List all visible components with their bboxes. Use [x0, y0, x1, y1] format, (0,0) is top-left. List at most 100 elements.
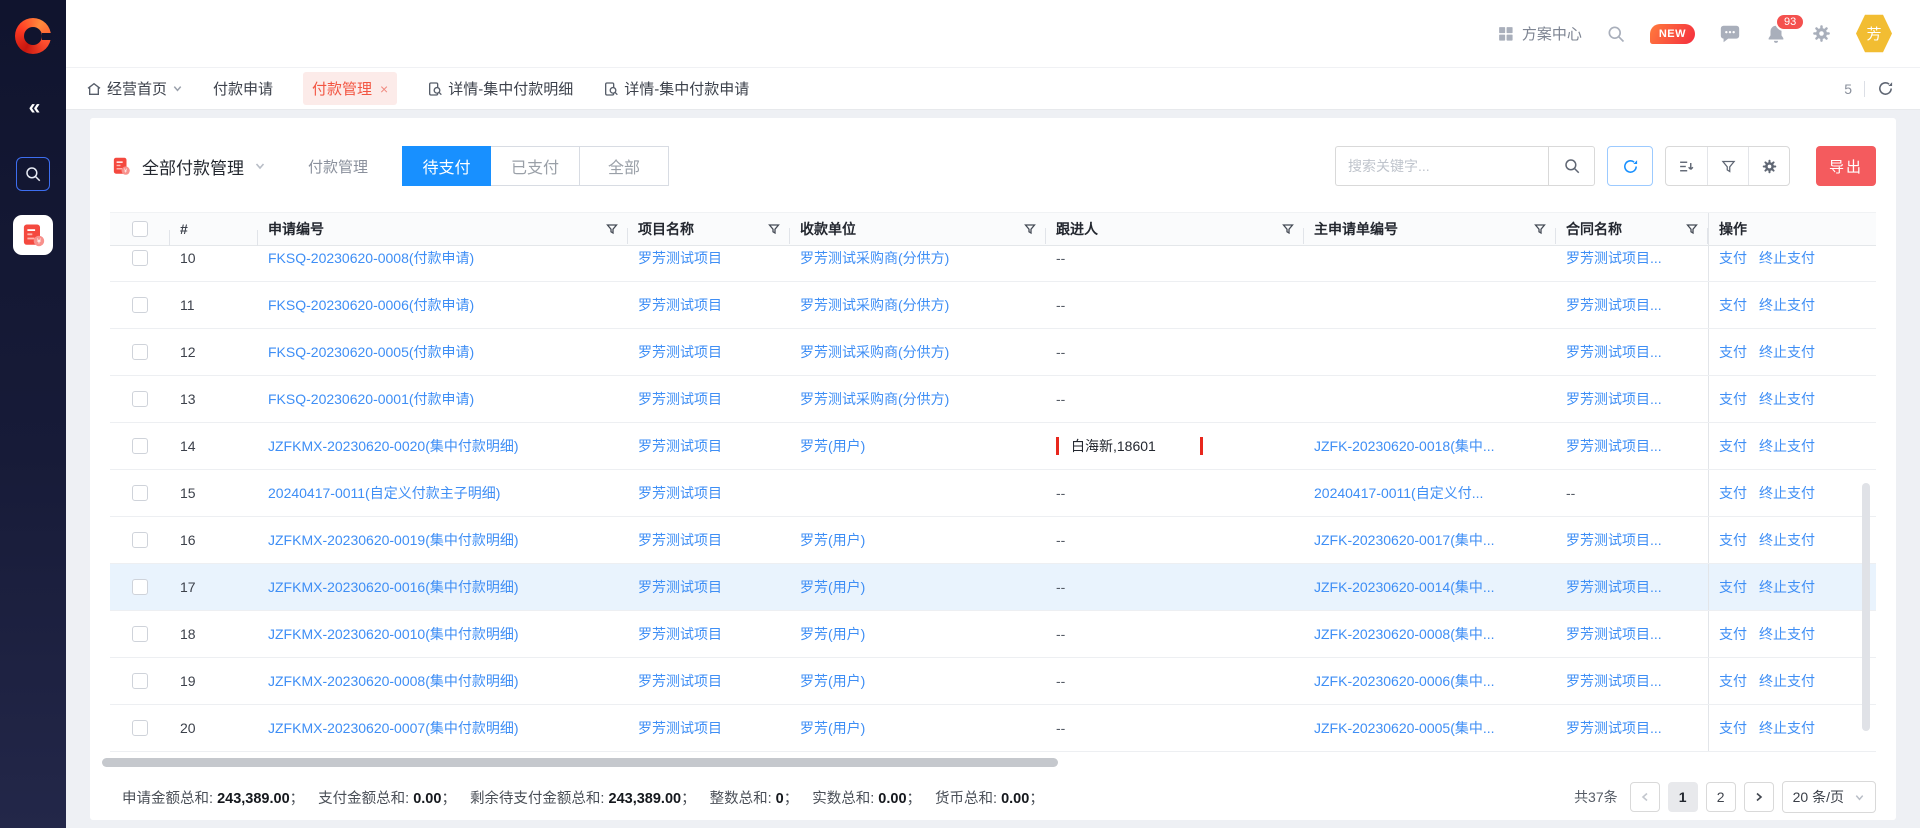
project-name-link[interactable]: 罗芳测试项目 [628, 624, 790, 644]
contract-name-link[interactable]: 罗芳测试项目... [1556, 530, 1708, 550]
apply-no-link[interactable]: JZFKMX-20230620-0010(集中付款明细) [258, 624, 628, 644]
apply-no-link[interactable]: FKSQ-20230620-0006(付款申请) [258, 295, 628, 315]
filter-icon[interactable] [1282, 223, 1294, 235]
row-checkbox[interactable] [132, 438, 148, 454]
new-badge[interactable]: NEW [1650, 24, 1695, 44]
action-stop-pay-link[interactable]: 终止支付 [1759, 577, 1815, 597]
search-button[interactable] [1548, 146, 1595, 186]
contract-name-link[interactable]: 罗芳测试项目... [1556, 671, 1708, 691]
action-stop-pay-link[interactable]: 终止支付 [1759, 436, 1815, 456]
apply-no-link[interactable]: JZFKMX-20230620-0019(集中付款明细) [258, 530, 628, 550]
row-checkbox[interactable] [132, 720, 148, 736]
payee-link[interactable]: 罗芳测试采购商(分供方) [790, 295, 1046, 315]
segment-1[interactable]: 待支付 [402, 146, 491, 186]
project-name-link[interactable]: 罗芳测试项目 [628, 248, 790, 268]
project-name-link[interactable]: 罗芳测试项目 [628, 389, 790, 409]
payee-link[interactable]: 罗芳(用户) [790, 530, 1046, 550]
apply-no-link[interactable]: JZFKMX-20230620-0016(集中付款明细) [258, 577, 628, 597]
payee-link[interactable]: 罗芳(用户) [790, 718, 1046, 738]
action-stop-pay-link[interactable]: 终止支付 [1759, 248, 1815, 268]
avatar[interactable]: 芳 [1856, 14, 1892, 54]
apply-no-link[interactable]: FKSQ-20230620-0001(付款申请) [258, 389, 628, 409]
notifications-button[interactable]: 93 [1765, 23, 1787, 45]
project-name-link[interactable]: 罗芳测试项目 [628, 577, 790, 597]
search-icon[interactable] [1606, 24, 1626, 44]
refresh-button[interactable] [1607, 146, 1653, 186]
master-apply-no-link[interactable]: JZFK-20230620-0014(集中... [1304, 577, 1556, 597]
filter-icon[interactable] [1686, 223, 1698, 235]
row-checkbox[interactable] [132, 579, 148, 595]
action-pay-link[interactable]: 支付 [1719, 248, 1747, 268]
row-checkbox[interactable] [132, 485, 148, 501]
action-pay-link[interactable]: 支付 [1719, 389, 1747, 409]
next-page-button[interactable] [1744, 782, 1774, 812]
payee-link[interactable]: 罗芳测试采购商(分供方) [790, 248, 1046, 268]
sidebar-item-search[interactable] [16, 157, 50, 191]
action-pay-link[interactable]: 支付 [1719, 671, 1747, 691]
export-button[interactable]: 导出 [1816, 146, 1876, 186]
master-apply-no-link[interactable]: JZFK-20230620-0006(集中... [1304, 671, 1556, 691]
row-checkbox[interactable] [132, 673, 148, 689]
apply-no-link[interactable]: FKSQ-20230620-0008(付款申请) [258, 248, 628, 268]
apply-no-link[interactable]: JZFKMX-20230620-0007(集中付款明细) [258, 718, 628, 738]
project-name-link[interactable]: 罗芳测试项目 [628, 483, 790, 503]
search-input[interactable] [1335, 146, 1548, 186]
row-checkbox[interactable] [132, 391, 148, 407]
action-pay-link[interactable]: 支付 [1719, 577, 1747, 597]
action-pay-link[interactable]: 支付 [1719, 295, 1747, 315]
payee-link[interactable]: 罗芳(用户) [790, 577, 1046, 597]
horizontal-scrollbar[interactable] [102, 758, 1058, 767]
master-apply-no-link[interactable]: JZFK-20230620-0017(集中... [1304, 530, 1556, 550]
action-stop-pay-link[interactable]: 终止支付 [1759, 530, 1815, 550]
apply-no-link[interactable]: JZFKMX-20230620-0008(集中付款明细) [258, 671, 628, 691]
page-button-1[interactable]: 1 [1668, 782, 1698, 812]
contract-name-link[interactable]: 罗芳测试项目... [1556, 718, 1708, 738]
action-pay-link[interactable]: 支付 [1719, 624, 1747, 644]
filter-icon[interactable] [1024, 223, 1036, 235]
contract-name-link[interactable]: 罗芳测试项目... [1556, 624, 1708, 644]
payee-link[interactable]: 罗芳(用户) [790, 671, 1046, 691]
action-stop-pay-link[interactable]: 终止支付 [1759, 389, 1815, 409]
tab-1[interactable]: 经营首页 [86, 78, 183, 99]
action-pay-link[interactable]: 支付 [1719, 718, 1747, 738]
action-stop-pay-link[interactable]: 终止支付 [1759, 483, 1815, 503]
segment-2[interactable]: 已支付 [491, 146, 580, 186]
view-selector[interactable]: ¥ 全部付款管理 [110, 154, 266, 179]
master-apply-no-link[interactable]: JZFK-20230620-0005(集中... [1304, 718, 1556, 738]
action-pay-link[interactable]: 支付 [1719, 483, 1747, 503]
contract-name-link[interactable]: 罗芳测试项目... [1556, 577, 1708, 597]
contract-name-link[interactable]: 罗芳测试项目... [1556, 389, 1708, 409]
filter-icon[interactable] [606, 223, 618, 235]
payee-link[interactable]: 罗芳(用户) [790, 624, 1046, 644]
action-stop-pay-link[interactable]: 终止支付 [1759, 295, 1815, 315]
apply-no-link[interactable]: 20240417-0011(自定义付款主子明细) [258, 483, 628, 503]
tab-2[interactable]: 付款申请 [213, 78, 273, 99]
project-name-link[interactable]: 罗芳测试项目 [628, 436, 790, 456]
refresh-tab-icon[interactable] [1877, 80, 1894, 97]
apply-no-link[interactable]: FKSQ-20230620-0005(付款申请) [258, 342, 628, 362]
payee-link[interactable]: 罗芳测试采购商(分供方) [790, 342, 1046, 362]
sidebar-item-payment-module[interactable]: ¥ [13, 215, 53, 255]
row-height-button[interactable] [1666, 147, 1707, 185]
solution-center-button[interactable]: 方案中心 [1497, 23, 1582, 44]
select-all-checkbox[interactable] [132, 221, 148, 237]
project-name-link[interactable]: 罗芳测试项目 [628, 295, 790, 315]
project-name-link[interactable]: 罗芳测试项目 [628, 342, 790, 362]
contract-name-link[interactable]: 罗芳测试项目... [1556, 295, 1708, 315]
action-stop-pay-link[interactable]: 终止支付 [1759, 671, 1815, 691]
contract-name-link[interactable]: 罗芳测试项目... [1556, 342, 1708, 362]
action-pay-link[interactable]: 支付 [1719, 436, 1747, 456]
row-checkbox[interactable] [132, 626, 148, 642]
project-name-link[interactable]: 罗芳测试项目 [628, 718, 790, 738]
column-settings-button[interactable] [1748, 147, 1789, 185]
action-stop-pay-link[interactable]: 终止支付 [1759, 624, 1815, 644]
row-checkbox[interactable] [132, 344, 148, 360]
tab-3[interactable]: 付款管理× [303, 72, 397, 105]
gear-icon[interactable] [1811, 23, 1832, 44]
vertical-scrollbar[interactable] [1862, 483, 1870, 731]
prev-page-button[interactable] [1630, 782, 1660, 812]
filter-icon[interactable] [1534, 223, 1546, 235]
row-checkbox[interactable] [132, 532, 148, 548]
collapse-sidebar-icon[interactable]: « [0, 96, 66, 120]
master-apply-no-link[interactable]: JZFK-20230620-0008(集中... [1304, 624, 1556, 644]
